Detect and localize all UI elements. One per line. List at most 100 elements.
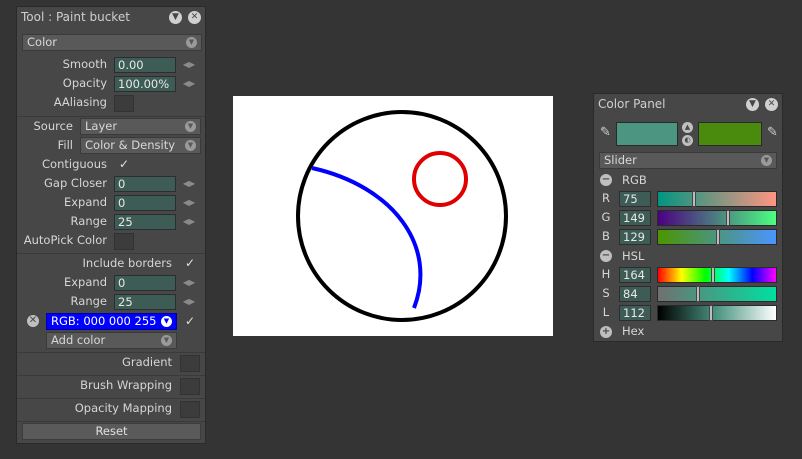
l-field[interactable]: 112 [619,305,651,321]
s-label: S [602,286,610,300]
eyedropper-right-icon[interactable]: ✎ [765,123,780,143]
s-slider[interactable] [657,286,777,302]
source-select-value: Layer [85,119,118,133]
b-label: B [602,229,610,243]
secondary-color-swatch[interactable] [698,122,762,146]
mode-select-value: Color [27,35,58,49]
opacity-field[interactable]: 100.00% [114,76,176,92]
divider [17,352,205,353]
brush-wrapping-checkbox[interactable] [180,378,200,395]
black-circle-stroke [296,110,508,322]
source-label: Source [33,119,74,133]
smooth-field[interactable]: 0.00 [114,57,176,73]
reset-button[interactable]: Reset [22,423,201,440]
tool-panel-title: Tool : Paint bucket [21,10,130,24]
mode-select[interactable]: Color ▼ [22,34,202,51]
g-slider-knob[interactable] [726,210,730,226]
close-icon[interactable]: ✕ [765,97,778,111]
expand-label: Expand [63,195,107,209]
expand-stepper-icon[interactable]: ◀▶ [182,195,196,211]
autopick-checkbox[interactable] [114,233,134,250]
l-label: L [602,305,610,319]
eyedropper-left-icon[interactable]: ✎ [598,123,613,143]
divider [17,375,205,376]
border-color-value: RGB: 000 000 255 [51,314,157,328]
divider [17,398,205,399]
r-slider[interactable] [657,191,777,207]
remove-color-icon[interactable]: ✕ [27,315,39,327]
aaliasing-checkbox[interactable] [114,95,134,112]
b-slider[interactable] [657,229,777,245]
l-slider-knob[interactable] [709,305,713,321]
collapse-rgb-icon[interactable]: − [600,174,612,186]
range-label: Range [70,214,107,228]
fill-select[interactable]: Color & Density ▼ [80,137,201,154]
expand-hex-icon[interactable]: + [600,326,612,338]
fill-label: Fill [57,138,73,152]
s-slider-knob[interactable] [696,286,700,302]
gap-closer-stepper-icon[interactable]: ◀▶ [182,176,196,192]
collapse-hsl-icon[interactable]: − [600,250,612,262]
source-select[interactable]: Layer ▼ [80,118,201,135]
b-field[interactable]: 129 [619,229,651,245]
collapse-icon[interactable]: ▼ [746,97,759,111]
range-stepper-icon[interactable]: ◀▶ [182,214,196,230]
add-color-select[interactable]: Add color ▼ [46,332,177,349]
border-range-label: Range [70,294,107,308]
gap-closer-label: Gap Closer [44,176,107,190]
border-expand-field[interactable]: 0 [114,275,176,291]
g-label: G [601,210,611,224]
chevron-down-icon: ▼ [185,140,196,151]
gradient-checkbox[interactable] [180,355,200,372]
h-slider[interactable] [657,267,777,283]
range-field[interactable]: 25 [114,214,176,230]
collapse-icon[interactable]: ▼ [169,10,182,24]
reset-colors-icon[interactable]: ◐ [682,135,693,146]
l-slider[interactable] [657,305,777,321]
chevron-down-icon: ▼ [185,121,196,132]
include-borders-label: Include borders [82,256,172,270]
gap-closer-field[interactable]: 0 [114,176,176,192]
contiguous-checkbox[interactable]: ✓ [117,156,131,173]
primary-color-swatch[interactable] [616,122,678,146]
close-icon[interactable]: ✕ [188,10,201,24]
border-expand-stepper-icon[interactable]: ◀▶ [182,275,196,291]
border-color-select[interactable]: RGB: 000 000 255 ▼ [46,313,177,330]
include-borders-checkbox[interactable]: ✓ [183,255,197,272]
color-panel-title: Color Panel [598,97,666,111]
h-field[interactable]: 164 [619,267,651,283]
chevron-down-icon: ▼ [186,37,197,48]
border-range-stepper-icon[interactable]: ◀▶ [182,294,196,310]
border-expand-label: Expand [63,275,107,289]
border-range-field[interactable]: 25 [114,294,176,310]
color-mode-select[interactable]: Slider ▼ [599,152,777,169]
chevron-down-icon: ▼ [161,316,172,327]
r-field[interactable]: 75 [619,191,651,207]
swap-colors-icon[interactable]: ▲ [682,122,693,133]
hsl-section-label: HSL [622,249,645,263]
brush-wrapping-label: Brush Wrapping [80,378,172,392]
gradient-label: Gradient [121,355,172,369]
smooth-label: Smooth [62,57,107,71]
h-slider-knob[interactable] [711,267,715,283]
opacity-mapping-checkbox[interactable] [180,401,200,418]
chevron-down-icon: ▼ [161,335,172,346]
r-slider-knob[interactable] [692,191,696,207]
autopick-label: AutoPick Color [23,233,107,247]
opacity-label: Opacity [62,76,107,90]
g-slider[interactable] [657,210,777,226]
s-field[interactable]: 84 [619,286,651,302]
tool-panel-titlebar: Tool : Paint bucket ▼ ✕ [17,7,205,27]
border-color-checkbox[interactable]: ✓ [183,313,197,330]
h-label: H [601,267,611,281]
add-color-value: Add color [51,333,106,347]
chevron-down-icon: ▼ [761,155,772,166]
drawing-canvas[interactable] [233,96,553,336]
fill-select-value: Color & Density [85,138,176,152]
b-slider-knob[interactable] [716,229,720,245]
opacity-stepper-icon[interactable]: ◀▶ [182,76,196,92]
smooth-stepper-icon[interactable]: ◀▶ [182,57,196,73]
expand-field[interactable]: 0 [114,195,176,211]
canvas-drawing [296,110,508,322]
g-field[interactable]: 149 [619,210,651,226]
